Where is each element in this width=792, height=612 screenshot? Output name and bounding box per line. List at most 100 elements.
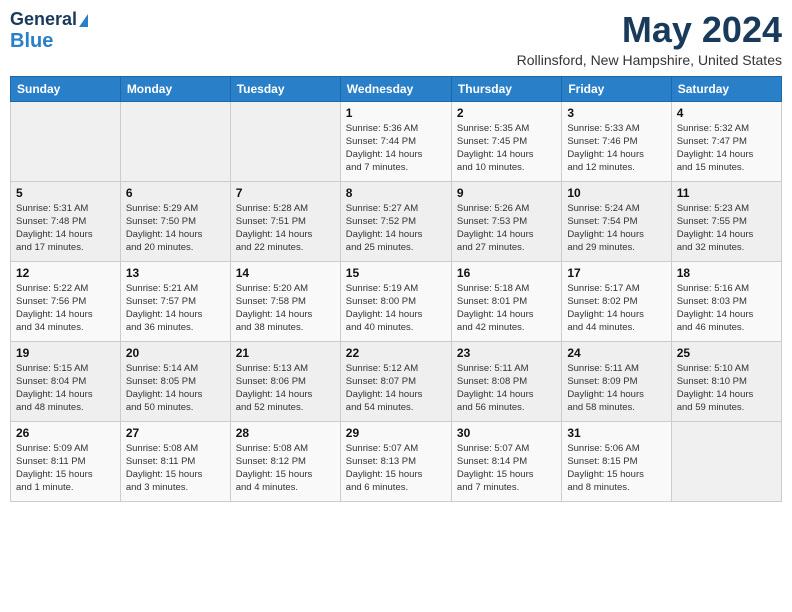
day-number: 15 (346, 266, 446, 280)
calendar-cell: 19Sunrise: 5:15 AM Sunset: 8:04 PM Dayli… (11, 341, 121, 421)
calendar-cell: 13Sunrise: 5:21 AM Sunset: 7:57 PM Dayli… (120, 261, 230, 341)
day-info: Sunrise: 5:08 AM Sunset: 8:11 PM Dayligh… (126, 442, 225, 495)
calendar-cell: 29 Sunrise: 5:07 AM Sunset: 8:13 PM Dayli… (340, 421, 451, 501)
calendar-cell: 27Sunrise: 5:08 AM Sunset: 8:11 PM Dayli… (120, 421, 230, 501)
day-number: 17 (567, 266, 665, 280)
day-number: 20 (126, 346, 225, 360)
logo-text: General (10, 10, 88, 30)
day-info: Sunrise: 5:12 AM Sunset: 8:07 PM Dayligh… (346, 362, 446, 415)
weekday-header-tuesday: Tuesday (230, 76, 340, 101)
week-row-1: 1 Sunrise: 5:36 AM Sunset: 7:44 PM Daylig… (11, 101, 782, 181)
day-number: 26 (16, 426, 115, 440)
day-number: 24 (567, 346, 665, 360)
day-info: Sunrise: 5:07 AM Sunset: 8:14 PM Dayligh… (457, 442, 556, 495)
title-block: May 2024 Rollinsford, New Hampshire, Uni… (517, 10, 782, 68)
calendar-cell: 14 Sunrise: 5:20 AM Sunset: 7:58 PM Dayli… (230, 261, 340, 341)
day-info: Sunrise: 5:35 AM Sunset: 7:45 PM Dayligh… (457, 122, 556, 175)
calendar-cell: 17Sunrise: 5:17 AM Sunset: 8:02 PM Dayli… (562, 261, 671, 341)
day-number: 12 (16, 266, 115, 280)
day-info: Sunrise: 5:31 AM Sunset: 7:48 PM Dayligh… (16, 202, 115, 255)
calendar-cell: 8 Sunrise: 5:27 AM Sunset: 7:52 PM Daylig… (340, 181, 451, 261)
day-number: 28 (236, 426, 335, 440)
day-info: Sunrise: 5:23 AM Sunset: 7:55 PM Dayligh… (677, 202, 776, 255)
day-info: Sunrise: 5:19 AM Sunset: 8:00 PM Dayligh… (346, 282, 446, 335)
day-number: 9 (457, 186, 556, 200)
calendar-cell: 11 Sunrise: 5:23 AM Sunset: 7:55 PM Dayli… (671, 181, 781, 261)
day-info: Sunrise: 5:29 AM Sunset: 7:50 PM Dayligh… (126, 202, 225, 255)
day-info: Sunrise: 5:18 AM Sunset: 8:01 PM Dayligh… (457, 282, 556, 335)
calendar-table: SundayMondayTuesdayWednesdayThursdayFrid… (10, 76, 782, 502)
calendar-cell: 22 Sunrise: 5:12 AM Sunset: 8:07 PM Dayli… (340, 341, 451, 421)
day-info: Sunrise: 5:06 AM Sunset: 8:15 PM Dayligh… (567, 442, 665, 495)
day-info: Sunrise: 5:24 AM Sunset: 7:54 PM Dayligh… (567, 202, 665, 255)
day-info: Sunrise: 5:36 AM Sunset: 7:44 PM Dayligh… (346, 122, 446, 175)
calendar-cell: 3 Sunrise: 5:33 AM Sunset: 7:46 PM Daylig… (562, 101, 671, 181)
day-number: 31 (567, 426, 665, 440)
calendar-cell: 15 Sunrise: 5:19 AM Sunset: 8:00 PM Dayli… (340, 261, 451, 341)
calendar-cell: 12 Sunrise: 5:22 AM Sunset: 7:56 PM Dayli… (11, 261, 121, 341)
day-info: Sunrise: 5:08 AM Sunset: 8:12 PM Dayligh… (236, 442, 335, 495)
day-number: 5 (16, 186, 115, 200)
calendar-cell: 10 Sunrise: 5:24 AM Sunset: 7:54 PM Dayli… (562, 181, 671, 261)
calendar-cell (120, 101, 230, 181)
calendar-cell (11, 101, 121, 181)
week-row-3: 12 Sunrise: 5:22 AM Sunset: 7:56 PM Dayli… (11, 261, 782, 341)
day-number: 6 (126, 186, 225, 200)
weekday-header-sunday: Sunday (11, 76, 121, 101)
day-info: Sunrise: 5:11 AM Sunset: 8:09 PM Dayligh… (567, 362, 665, 415)
day-number: 11 (677, 186, 776, 200)
calendar-cell: 23 Sunrise: 5:11 AM Sunset: 8:08 PM Dayli… (451, 341, 561, 421)
page-header: General Blue May 2024 Rollinsford, New H… (10, 10, 782, 68)
day-info: Sunrise: 5:32 AM Sunset: 7:47 PM Dayligh… (677, 122, 776, 175)
day-info: Sunrise: 5:33 AM Sunset: 7:46 PM Dayligh… (567, 122, 665, 175)
day-info: Sunrise: 5:07 AM Sunset: 8:13 PM Dayligh… (346, 442, 446, 495)
calendar-cell: 21Sunrise: 5:13 AM Sunset: 8:06 PM Dayli… (230, 341, 340, 421)
logo: General Blue (10, 10, 88, 52)
day-number: 2 (457, 106, 556, 120)
calendar-cell: 7Sunrise: 5:28 AM Sunset: 7:51 PM Daylig… (230, 181, 340, 261)
calendar-cell: 31 Sunrise: 5:06 AM Sunset: 8:15 PM Dayli… (562, 421, 671, 501)
day-number: 18 (677, 266, 776, 280)
day-number: 13 (126, 266, 225, 280)
day-number: 23 (457, 346, 556, 360)
day-info: Sunrise: 5:20 AM Sunset: 7:58 PM Dayligh… (236, 282, 335, 335)
day-info: Sunrise: 5:26 AM Sunset: 7:53 PM Dayligh… (457, 202, 556, 255)
day-info: Sunrise: 5:11 AM Sunset: 8:08 PM Dayligh… (457, 362, 556, 415)
logo-blue-text: Blue (10, 30, 53, 52)
calendar-cell: 18Sunrise: 5:16 AM Sunset: 8:03 PM Dayli… (671, 261, 781, 341)
day-number: 14 (236, 266, 335, 280)
weekday-header-thursday: Thursday (451, 76, 561, 101)
day-number: 3 (567, 106, 665, 120)
day-info: Sunrise: 5:10 AM Sunset: 8:10 PM Dayligh… (677, 362, 776, 415)
week-row-4: 19Sunrise: 5:15 AM Sunset: 8:04 PM Dayli… (11, 341, 782, 421)
weekday-header-saturday: Saturday (671, 76, 781, 101)
calendar-cell: 26Sunrise: 5:09 AM Sunset: 8:11 PM Dayli… (11, 421, 121, 501)
location-subtitle: Rollinsford, New Hampshire, United State… (517, 52, 782, 68)
calendar-cell: 16 Sunrise: 5:18 AM Sunset: 8:01 PM Dayli… (451, 261, 561, 341)
calendar-cell: 5 Sunrise: 5:31 AM Sunset: 7:48 PM Daylig… (11, 181, 121, 261)
calendar-cell: 4Sunrise: 5:32 AM Sunset: 7:47 PM Daylig… (671, 101, 781, 181)
calendar-cell: 9 Sunrise: 5:26 AM Sunset: 7:53 PM Daylig… (451, 181, 561, 261)
day-info: Sunrise: 5:15 AM Sunset: 8:04 PM Dayligh… (16, 362, 115, 415)
day-info: Sunrise: 5:27 AM Sunset: 7:52 PM Dayligh… (346, 202, 446, 255)
day-info: Sunrise: 5:22 AM Sunset: 7:56 PM Dayligh… (16, 282, 115, 335)
day-number: 7 (236, 186, 335, 200)
day-number: 8 (346, 186, 446, 200)
day-number: 10 (567, 186, 665, 200)
day-number: 25 (677, 346, 776, 360)
weekday-header-wednesday: Wednesday (340, 76, 451, 101)
calendar-cell: 2 Sunrise: 5:35 AM Sunset: 7:45 PM Daylig… (451, 101, 561, 181)
day-info: Sunrise: 5:13 AM Sunset: 8:06 PM Dayligh… (236, 362, 335, 415)
calendar-cell: 24 Sunrise: 5:11 AM Sunset: 8:09 PM Dayli… (562, 341, 671, 421)
weekday-header-monday: Monday (120, 76, 230, 101)
calendar-cell (671, 421, 781, 501)
calendar-cell: 1 Sunrise: 5:36 AM Sunset: 7:44 PM Daylig… (340, 101, 451, 181)
day-number: 29 (346, 426, 446, 440)
day-number: 1 (346, 106, 446, 120)
calendar-cell: 28 Sunrise: 5:08 AM Sunset: 8:12 PM Dayli… (230, 421, 340, 501)
week-row-5: 26Sunrise: 5:09 AM Sunset: 8:11 PM Dayli… (11, 421, 782, 501)
day-number: 22 (346, 346, 446, 360)
day-number: 16 (457, 266, 556, 280)
weekday-header-row: SundayMondayTuesdayWednesdayThursdayFrid… (11, 76, 782, 101)
calendar-cell: 20Sunrise: 5:14 AM Sunset: 8:05 PM Dayli… (120, 341, 230, 421)
